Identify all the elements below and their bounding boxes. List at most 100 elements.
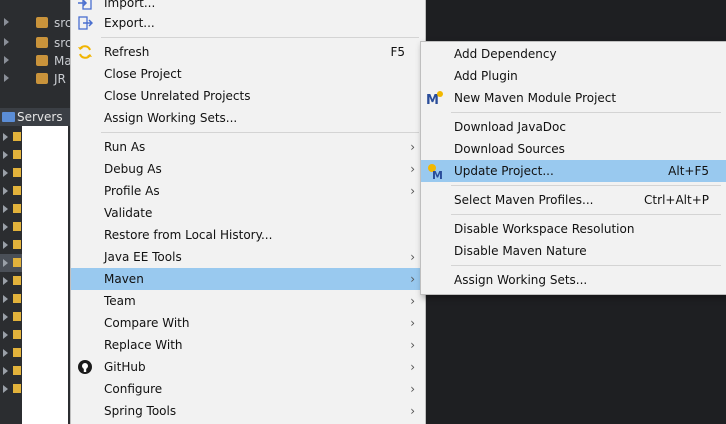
submenu-item-select-maven-profiles[interactable]: Select Maven Profiles... Ctrl+Alt+P: [421, 189, 726, 211]
tree-row[interactable]: Ma: [0, 52, 72, 70]
tree-row[interactable]: src: [0, 34, 72, 52]
menu-item-label: Spring Tools: [104, 404, 177, 418]
expand-arrow-icon[interactable]: [3, 133, 8, 141]
menu-item-run-as[interactable]: Run As ›: [71, 136, 425, 158]
menu-separator: [451, 265, 721, 266]
menu-item-label: Restore from Local History...: [104, 228, 273, 242]
submenu-item-label: Disable Maven Nature: [454, 244, 587, 258]
submenu-item-new-maven-module[interactable]: M New Maven Module Project: [421, 87, 726, 109]
expand-arrow-icon[interactable]: [3, 331, 8, 339]
menu-item-java-ee-tools[interactable]: Java EE Tools ›: [71, 246, 425, 268]
tree-row-label: JR: [54, 72, 66, 86]
expand-arrow-icon[interactable]: [3, 385, 8, 393]
servers-tab[interactable]: Servers: [0, 108, 70, 126]
expand-arrow-icon[interactable]: [3, 187, 8, 195]
submenu-item-disable-workspace-resolution[interactable]: Disable Workspace Resolution: [421, 218, 726, 240]
server-row[interactable]: [0, 326, 22, 344]
menu-item-profile-as[interactable]: Profile As ›: [71, 180, 425, 202]
server-row[interactable]: [0, 344, 22, 362]
server-icon: [13, 276, 21, 285]
menu-separator: [101, 132, 419, 133]
server-icon: [13, 222, 21, 231]
submenu-item-disable-maven-nature[interactable]: Disable Maven Nature: [421, 240, 726, 262]
menu-separator: [451, 185, 721, 186]
menu-item-label: Import...: [104, 0, 156, 10]
expand-arrow-icon[interactable]: [3, 295, 8, 303]
maven-update-icon: M: [428, 164, 443, 180]
submenu-item-label: Select Maven Profiles...: [454, 193, 594, 207]
menu-item-compare-with[interactable]: Compare With ›: [71, 312, 425, 334]
expand-arrow-icon[interactable]: [4, 18, 9, 26]
expand-arrow-icon[interactable]: [3, 277, 8, 285]
menu-item-assign-working-sets[interactable]: Assign Working Sets...: [71, 107, 425, 129]
server-row[interactable]: [0, 272, 22, 290]
server-icon: [13, 168, 21, 177]
server-row[interactable]: [0, 146, 22, 164]
project-explorer-pane: src src Ma JR Servers: [0, 0, 72, 424]
server-row[interactable]: [0, 380, 22, 398]
menu-item-github[interactable]: GitHub ›: [71, 356, 425, 378]
maven-submenu: Add Dependency Add Plugin M New Maven Mo…: [420, 41, 726, 295]
submenu-arrow-icon: ›: [410, 382, 415, 396]
expand-arrow-icon[interactable]: [3, 367, 8, 375]
menu-item-team[interactable]: Team ›: [71, 290, 425, 312]
menu-item-restore-from-local-history[interactable]: Restore from Local History...: [71, 224, 425, 246]
expand-arrow-icon[interactable]: [3, 241, 8, 249]
submenu-item-label: Update Project...: [454, 164, 554, 178]
library-icon: [36, 55, 48, 66]
menu-item-label: Maven: [104, 272, 144, 286]
menu-item-label: Java EE Tools: [104, 250, 182, 264]
menu-item-debug-as[interactable]: Debug As ›: [71, 158, 425, 180]
server-row[interactable]: [0, 308, 22, 326]
expand-arrow-icon[interactable]: [3, 349, 8, 357]
submenu-arrow-icon: ›: [410, 250, 415, 264]
expand-arrow-icon[interactable]: [3, 169, 8, 177]
server-row[interactable]: [0, 254, 22, 272]
expand-arrow-icon[interactable]: [3, 223, 8, 231]
expand-arrow-icon[interactable]: [3, 259, 8, 267]
menu-item-close-unrelated-projects[interactable]: Close Unrelated Projects: [71, 85, 425, 107]
server-row[interactable]: [0, 164, 22, 182]
submenu-arrow-icon: ›: [410, 360, 415, 374]
server-icon: [13, 258, 21, 267]
server-icon: [13, 366, 21, 375]
submenu-item-download-javadoc[interactable]: Download JavaDoc: [421, 116, 726, 138]
submenu-item-assign-working-sets[interactable]: Assign Working Sets...: [421, 269, 726, 291]
submenu-arrow-icon: ›: [410, 404, 415, 418]
server-row[interactable]: [0, 290, 22, 308]
submenu-arrow-icon: ›: [410, 294, 415, 308]
submenu-item-add-dependency[interactable]: Add Dependency: [421, 43, 726, 65]
expand-arrow-icon[interactable]: [4, 38, 9, 46]
submenu-item-update-project[interactable]: M Update Project... Alt+F5: [421, 160, 726, 182]
servers-tab-label: Servers: [17, 110, 63, 124]
menu-item-maven[interactable]: Maven ›: [71, 268, 425, 290]
tree-row[interactable]: src: [0, 14, 72, 32]
server-row[interactable]: [0, 362, 22, 380]
menu-item-configure[interactable]: Configure ›: [71, 378, 425, 400]
submenu-arrow-icon: ›: [410, 184, 415, 198]
server-row[interactable]: [0, 200, 22, 218]
menu-item-label: Run As: [104, 140, 146, 154]
submenu-arrow-icon: ›: [410, 140, 415, 154]
expand-arrow-icon[interactable]: [4, 56, 9, 64]
expand-arrow-icon[interactable]: [3, 313, 8, 321]
expand-arrow-icon[interactable]: [3, 151, 8, 159]
menu-item-spring-tools[interactable]: Spring Tools ›: [71, 400, 425, 422]
menu-item-refresh[interactable]: Refresh F5: [71, 41, 425, 63]
server-row[interactable]: [0, 128, 22, 146]
menu-item-label: Export...: [104, 16, 155, 30]
server-row[interactable]: [0, 182, 22, 200]
tree-row[interactable]: JR: [0, 70, 70, 88]
submenu-item-shortcut: Ctrl+Alt+P: [644, 193, 709, 207]
submenu-item-download-sources[interactable]: Download Sources: [421, 138, 726, 160]
menu-item-validate[interactable]: Validate: [71, 202, 425, 224]
server-row[interactable]: [0, 236, 22, 254]
expand-arrow-icon[interactable]: [4, 74, 9, 82]
menu-item-close-project[interactable]: Close Project: [71, 63, 425, 85]
submenu-item-add-plugin[interactable]: Add Plugin: [421, 65, 726, 87]
server-row[interactable]: [0, 218, 22, 236]
expand-arrow-icon[interactable]: [3, 205, 8, 213]
menu-item-export[interactable]: Export...: [71, 12, 425, 34]
menu-item-replace-with[interactable]: Replace With ›: [71, 334, 425, 356]
submenu-item-label: Download Sources: [454, 142, 565, 156]
